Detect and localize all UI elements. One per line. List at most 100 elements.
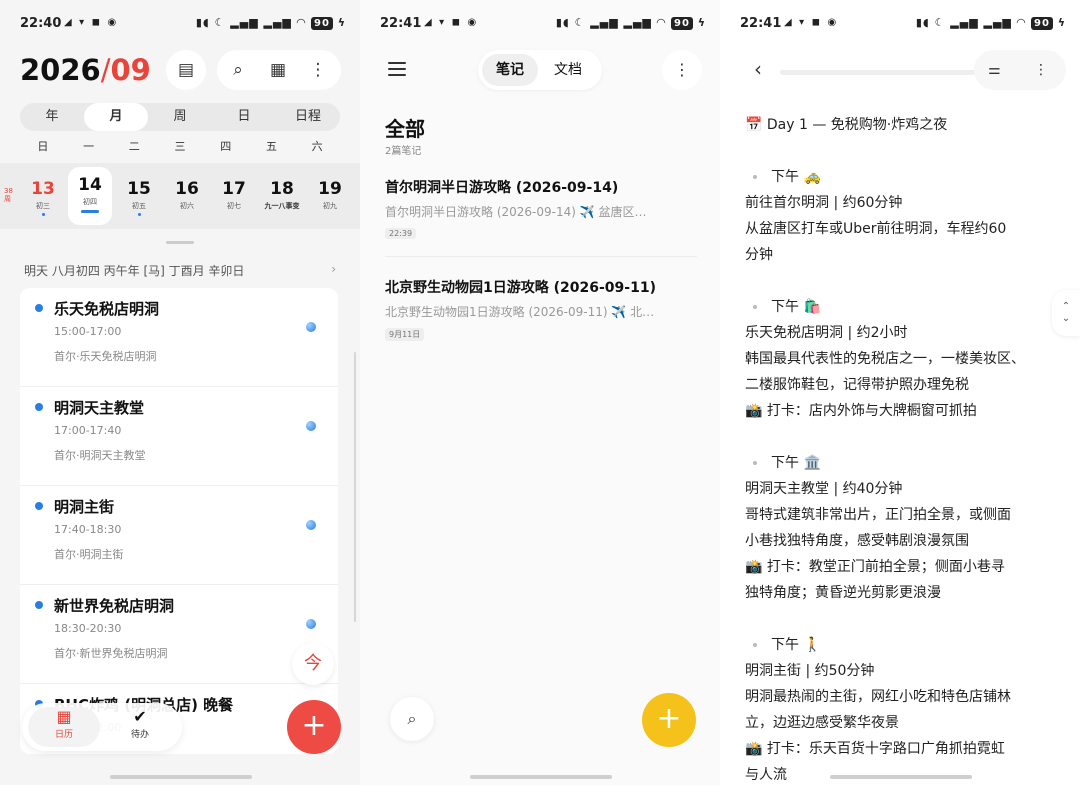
note-item[interactable]: 北京野生动物园1日游攻略 (2026-09-11) 北京野生动物园1日游攻略 (… xyxy=(385,277,697,341)
notes-icon[interactable]: ▤ xyxy=(166,50,206,90)
event-item[interactable]: 明洞天主教堂 17:00-17:40 首尔·明洞天主教堂 xyxy=(20,387,338,486)
weekday-mon: 一 xyxy=(83,140,95,153)
system-icons: ▮◖ ☾ ▂▄▆ ▂▄▆ ◠ 90 ϟ xyxy=(195,16,346,30)
back-icon[interactable]: ‹ xyxy=(738,49,778,89)
notification-icons: ◢ ▾ ◼ ◉ xyxy=(784,17,839,28)
section-line: 哥特式建筑非常出片，正门拍全景，或侧面 xyxy=(745,507,1011,523)
battery-icon: 90 xyxy=(670,17,693,30)
scroll-chevron-icon[interactable]: ⌃ ⌄ xyxy=(1052,290,1080,336)
event-title: 乐天免税店明洞 xyxy=(54,300,160,318)
tab-docs[interactable]: 文档 xyxy=(540,54,596,86)
section-line: 明洞主街 | 约50分钟 xyxy=(745,663,875,679)
notification-icons: ◢ ▾ ◼ ◉ xyxy=(64,17,119,28)
month-title[interactable]: 2026/09 xyxy=(20,53,151,87)
note-date: 22:39 xyxy=(385,228,417,239)
folder-title: 全部 xyxy=(385,117,425,141)
tab-calendar[interactable]: ▦ 日历 xyxy=(28,707,100,747)
calendar-picker-icon[interactable]: ▦ xyxy=(258,50,298,90)
note-title: 北京野生动物园1日游攻略 (2026-09-11) xyxy=(385,280,656,296)
day-number: 15 xyxy=(127,179,151,199)
day-cell[interactable]: 17 初七 xyxy=(212,167,256,223)
title-separator: / xyxy=(100,53,111,87)
lunar-label: 九一八事变 xyxy=(264,202,300,210)
event-title: 新世界免税店明洞 xyxy=(54,597,175,615)
event-item[interactable]: 乐天免税店明洞 15:00-17:00 首尔·乐天免税店明洞 xyxy=(20,288,338,387)
tab-notes[interactable]: 笔记 xyxy=(482,54,538,86)
note-date: 9月11日 xyxy=(385,328,425,341)
event-location: 首尔·乐天免税店明洞 xyxy=(54,350,157,363)
more-icon[interactable]: ⋮ xyxy=(662,50,702,90)
menu-icon[interactable] xyxy=(388,62,406,80)
note-count: 2篇笔记 xyxy=(385,146,422,157)
view-week[interactable]: 周 xyxy=(148,103,212,131)
event-list: 乐天免税店明洞 15:00-17:00 首尔·乐天免税店明洞 明洞天主教堂 17… xyxy=(20,288,338,754)
more-icon[interactable]: ⋮ xyxy=(1034,50,1048,90)
status-bar: 22:41 ◢ ▾ ◼ ◉ ▮◖ ☾ ▂▄▆ ▂▄▆ ◠ 90 ϟ xyxy=(360,0,720,46)
view-month[interactable]: 月 xyxy=(84,103,148,131)
section-line: 分钟 xyxy=(745,247,773,263)
section-line: 乐天免税店明洞 | 约2小时 xyxy=(745,325,908,341)
weekday-tue: 二 xyxy=(128,140,140,153)
add-event-button[interactable]: + xyxy=(287,700,341,754)
lunar-label: 初三 xyxy=(36,202,50,210)
section-line: 与人流 xyxy=(745,767,787,783)
day-cell[interactable]: 13 初三 xyxy=(21,167,65,223)
month-label: 09 xyxy=(110,53,151,87)
section-line: 从盆唐区打车或Uber前往明洞，车程约60 xyxy=(745,221,1007,237)
drag-handle[interactable] xyxy=(166,241,194,244)
view-year[interactable]: 年 xyxy=(20,103,84,131)
section-line: 二楼服饰鞋包，记得带护照办理免税 xyxy=(745,377,969,393)
tab-label: 日历 xyxy=(54,730,73,740)
day-number: 19 xyxy=(318,179,342,199)
day-cell-today[interactable]: 14 初四 xyxy=(68,167,112,225)
add-note-button[interactable]: + xyxy=(642,693,696,747)
view-agenda[interactable]: 日程 xyxy=(276,103,340,131)
title-bar-placeholder xyxy=(780,70,976,75)
lunar-label: 初六 xyxy=(180,202,194,210)
bottom-tab-bar: ▦ 日历 ✔ 待办 xyxy=(22,703,182,751)
day-cell[interactable]: 15 初五 xyxy=(117,167,161,223)
day-heading: 📅 Day 1 — 免税购物·炸鸡之夜 xyxy=(745,117,948,133)
event-time: 18:30-20:30 xyxy=(54,622,122,635)
event-dot xyxy=(35,502,43,510)
event-item[interactable]: 明洞主街 17:40-18:30 首尔·明洞主街 xyxy=(20,486,338,585)
section-line: 📸 打卡：店内外饰与大牌橱窗可抓拍 xyxy=(745,403,977,419)
day-cell[interactable]: 18 九一八事变 xyxy=(256,167,308,223)
home-indicator[interactable] xyxy=(470,775,612,779)
section-tag: 下午 🚕 xyxy=(745,164,1070,190)
section-line: 立，边逛边感受繁华夜景 xyxy=(745,715,899,731)
notes-screen: 22:41 ◢ ▾ ◼ ◉ ▮◖ ☾ ▂▄▆ ▂▄▆ ◠ 90 ϟ 笔记 文档 … xyxy=(360,0,720,785)
tab-todo[interactable]: ✔ 待办 xyxy=(104,707,176,747)
search-icon[interactable]: ⌕ xyxy=(390,697,434,741)
weekday-fri: 五 xyxy=(265,140,277,153)
search-icon[interactable]: ⌕ xyxy=(218,50,258,90)
note-body[interactable]: 📅 Day 1 — 免税购物·炸鸡之夜 下午 🚕 前往首尔明洞 | 约60分钟 … xyxy=(745,112,1070,785)
format-icon[interactable]: ⚌ xyxy=(988,50,1001,90)
home-indicator[interactable] xyxy=(830,775,972,779)
lunar-label: 初九 xyxy=(323,202,337,210)
day-number: 14 xyxy=(78,175,102,195)
section-tag: 下午 🛍️ xyxy=(745,294,1070,320)
day-cell[interactable]: 16 初六 xyxy=(165,167,209,223)
notification-icons: ◢ ▾ ◼ ◉ xyxy=(424,17,479,28)
event-time: 15:00-17:00 xyxy=(54,325,122,338)
note-item[interactable]: 首尔明洞半日游攻略 (2026-09-14) 首尔明洞半日游攻略 (2026-0… xyxy=(385,177,697,240)
weekday-sun: 日 xyxy=(37,140,49,153)
more-icon[interactable]: ⋮ xyxy=(298,50,338,90)
lunar-label: 初五 xyxy=(132,202,146,210)
weekday-thu: 四 xyxy=(220,140,232,153)
day-cell[interactable]: 19 初九 xyxy=(308,167,352,223)
status-time: 22:41 xyxy=(740,16,782,31)
home-indicator[interactable] xyxy=(110,775,252,779)
event-time: 17:00-17:40 xyxy=(54,424,122,437)
lunar-label: 初七 xyxy=(227,202,241,210)
day-number: 17 xyxy=(222,179,246,199)
view-day[interactable]: 日 xyxy=(212,103,276,131)
chevron-right-icon[interactable]: › xyxy=(331,262,336,276)
scrollbar[interactable] xyxy=(354,352,356,622)
day-number: 13 xyxy=(31,179,55,199)
lunar-label: 初四 xyxy=(83,198,97,206)
today-button[interactable]: 今 xyxy=(292,643,334,685)
weather-icon xyxy=(306,520,316,530)
event-item[interactable]: 新世界免税店明洞 18:30-20:30 首尔·新世界免税店明洞 xyxy=(20,585,338,684)
